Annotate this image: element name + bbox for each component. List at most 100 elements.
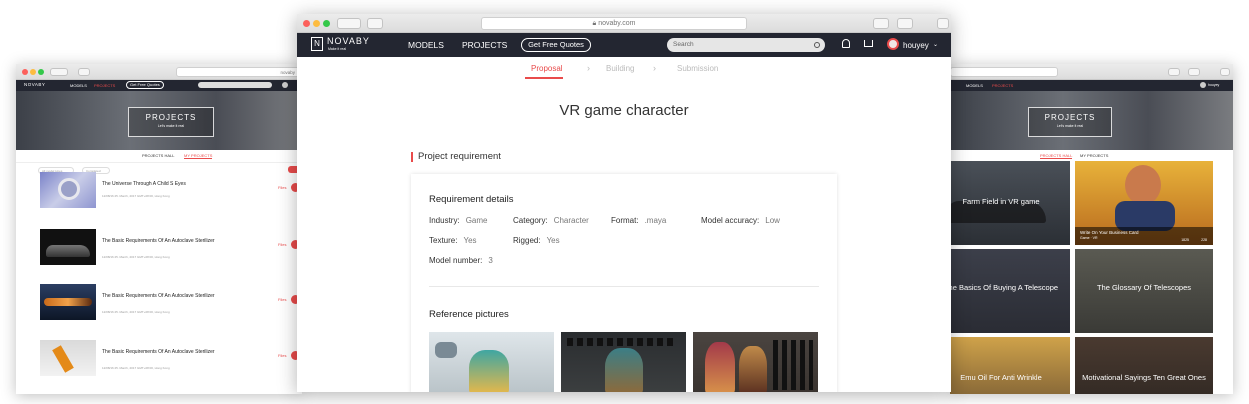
list-item[interactable]: The Universe Through A Child S Eyes 12/0…	[40, 172, 300, 208]
get-free-quotes-button[interactable]: Get Free Quotes	[521, 38, 591, 52]
brand-name: NOVABY	[327, 36, 370, 46]
watch-image	[58, 178, 80, 200]
hero-title: PROJECTS	[145, 113, 197, 122]
card-title[interactable]: Emu Oil For Anti Wrinkle	[950, 373, 1070, 382]
close-window-icon[interactable]	[303, 20, 310, 27]
files-link[interactable]: Files	[278, 353, 286, 358]
project-card[interactable]: Farm Field in VR game	[950, 161, 1070, 245]
chevron-right-icon: ›	[587, 63, 590, 73]
project-title[interactable]: The Basic Requirements Of An Autoclave S…	[102, 238, 232, 245]
card-title[interactable]: Farm Field in VR game	[950, 197, 1070, 206]
search-icon[interactable]	[814, 42, 820, 48]
project-card[interactable]: The Basics Of Buying A Telescope	[950, 249, 1070, 333]
maximize-window-icon[interactable]	[38, 69, 44, 75]
project-thumbnail	[40, 172, 96, 208]
step-submission[interactable]: Submission	[677, 64, 718, 73]
project-card[interactable]: Motivational Sayings Ten Great Ones	[1075, 337, 1213, 394]
card-title[interactable]: Motivational Sayings Ten Great Ones	[1075, 373, 1213, 382]
project-thumbnail	[40, 284, 96, 320]
quote-button[interactable]: Get Free Quotes	[126, 81, 164, 89]
project-title[interactable]: The Basic Requirements Of An Autoclave S…	[102, 293, 232, 300]
search-input[interactable]	[198, 82, 272, 88]
address-text: novaby.com	[598, 20, 636, 27]
user-icon[interactable]	[1200, 82, 1206, 88]
character-image	[1125, 165, 1161, 205]
share-button[interactable]	[1168, 68, 1180, 76]
files-link[interactable]: Files	[278, 297, 286, 302]
back-forward-buttons[interactable]	[337, 18, 361, 29]
nav-models[interactable]: MODELS	[70, 83, 87, 88]
share-button[interactable]	[873, 18, 889, 29]
progress-steps: Proposal › Building › Submission	[297, 57, 951, 79]
format-value: .maya	[644, 216, 667, 225]
step-building[interactable]: Building	[606, 64, 634, 73]
files-link[interactable]: Files	[278, 242, 286, 247]
project-card[interactable]: Emu Oil For Anti Wrinkle	[950, 337, 1070, 394]
left-hero-banner: PROJECTS Let's make it real	[16, 91, 302, 150]
nav-projects[interactable]: PROJECTS	[94, 83, 115, 88]
category-value: Character	[553, 216, 589, 225]
back-forward-buttons[interactable]	[50, 68, 68, 76]
maximize-window-icon[interactable]	[323, 20, 330, 27]
nav-models[interactable]: MODELS	[966, 83, 983, 88]
card-title[interactable]: Write On Your Business Card	[1080, 230, 1208, 235]
chevron-down-icon[interactable]: ⌄	[933, 41, 938, 48]
list-item[interactable]: The Basic Requirements Of An Autoclave S…	[40, 229, 300, 265]
nav-projects[interactable]: PROJECTS	[992, 83, 1013, 88]
new-tab-button[interactable]	[1220, 68, 1230, 76]
project-card[interactable]: Write On Your Business Card Game · VR 18…	[1075, 161, 1213, 245]
search-input[interactable]: Search	[667, 38, 825, 52]
address-bar[interactable]: 🔒︎ novaby.com	[481, 17, 747, 30]
user-icon[interactable]	[282, 82, 288, 88]
list-item[interactable]: The Basic Requirements Of An Autoclave S…	[40, 284, 300, 320]
tabs-button[interactable]	[897, 18, 913, 29]
project-title[interactable]: The Universe Through A Child S Eyes	[102, 181, 232, 188]
reference-picture[interactable]	[429, 332, 554, 392]
reference-heading: Reference pictures	[429, 309, 509, 320]
model-number-value: 3	[488, 256, 493, 265]
character-model-image	[469, 350, 509, 392]
sidebar-toggle-button[interactable]	[367, 18, 383, 29]
sidebar-toggle-button[interactable]	[78, 68, 90, 76]
address-bar[interactable]: novaby	[176, 67, 300, 77]
tab-projects-hall[interactable]: PROJECTS HALL	[1040, 153, 1073, 159]
cart-icon[interactable]	[864, 40, 873, 47]
brand-tagline: Make it real	[328, 47, 347, 51]
nav-models[interactable]: MODELS	[408, 40, 444, 50]
files-link[interactable]: Files	[278, 185, 286, 190]
card-title[interactable]: The Basics Of Buying A Telescope	[950, 283, 1070, 292]
vehicle-image	[44, 298, 92, 306]
tabs-button[interactable]	[1188, 68, 1200, 76]
avatar[interactable]	[887, 38, 899, 50]
username[interactable]: houyey	[1208, 83, 1219, 87]
project-card[interactable]: The Glossary Of Telescopes	[1075, 249, 1213, 333]
reference-picture[interactable]	[561, 332, 686, 392]
project-thumbnail	[40, 229, 96, 265]
tab-my-projects[interactable]: MY PROJECTS	[184, 153, 213, 159]
character-model-image	[605, 348, 643, 392]
minimize-window-icon[interactable]	[30, 69, 36, 75]
card-info-bar: Write On Your Business Card Game · VR 18…	[1075, 227, 1213, 245]
step-proposal[interactable]: Proposal	[531, 64, 563, 73]
reference-picture[interactable]	[693, 332, 818, 392]
close-window-icon[interactable]	[22, 69, 28, 75]
new-tab-button[interactable]	[937, 18, 949, 29]
address-bar[interactable]	[950, 67, 1058, 77]
rigged-label: Rigged:	[513, 236, 541, 245]
username[interactable]: houyey	[903, 41, 929, 50]
nav-projects[interactable]: PROJECTS	[462, 40, 507, 50]
accuracy-field: Model accuracy: Low	[701, 216, 780, 225]
hero-subtitle: Let's make it real	[1056, 124, 1084, 128]
list-item[interactable]: The Basic Requirements Of An Autoclave S…	[40, 340, 300, 376]
details-heading: Requirement details	[429, 194, 514, 205]
tab-projects-hall[interactable]: PROJECTS HALL	[142, 153, 174, 158]
car-image	[46, 245, 90, 257]
hero-title-box: PROJECTS Let's make it real	[128, 107, 214, 137]
brand-logo[interactable]: NOVABY	[24, 82, 45, 87]
requirement-card: Requirement details Industry: Game Catego…	[411, 174, 837, 392]
tab-my-projects[interactable]: MY PROJECTS	[1080, 153, 1108, 158]
card-title[interactable]: The Glossary Of Telescopes	[1075, 283, 1213, 292]
bell-icon[interactable]	[842, 39, 850, 48]
minimize-window-icon[interactable]	[313, 20, 320, 27]
project-title[interactable]: The Basic Requirements Of An Autoclave S…	[102, 349, 232, 356]
